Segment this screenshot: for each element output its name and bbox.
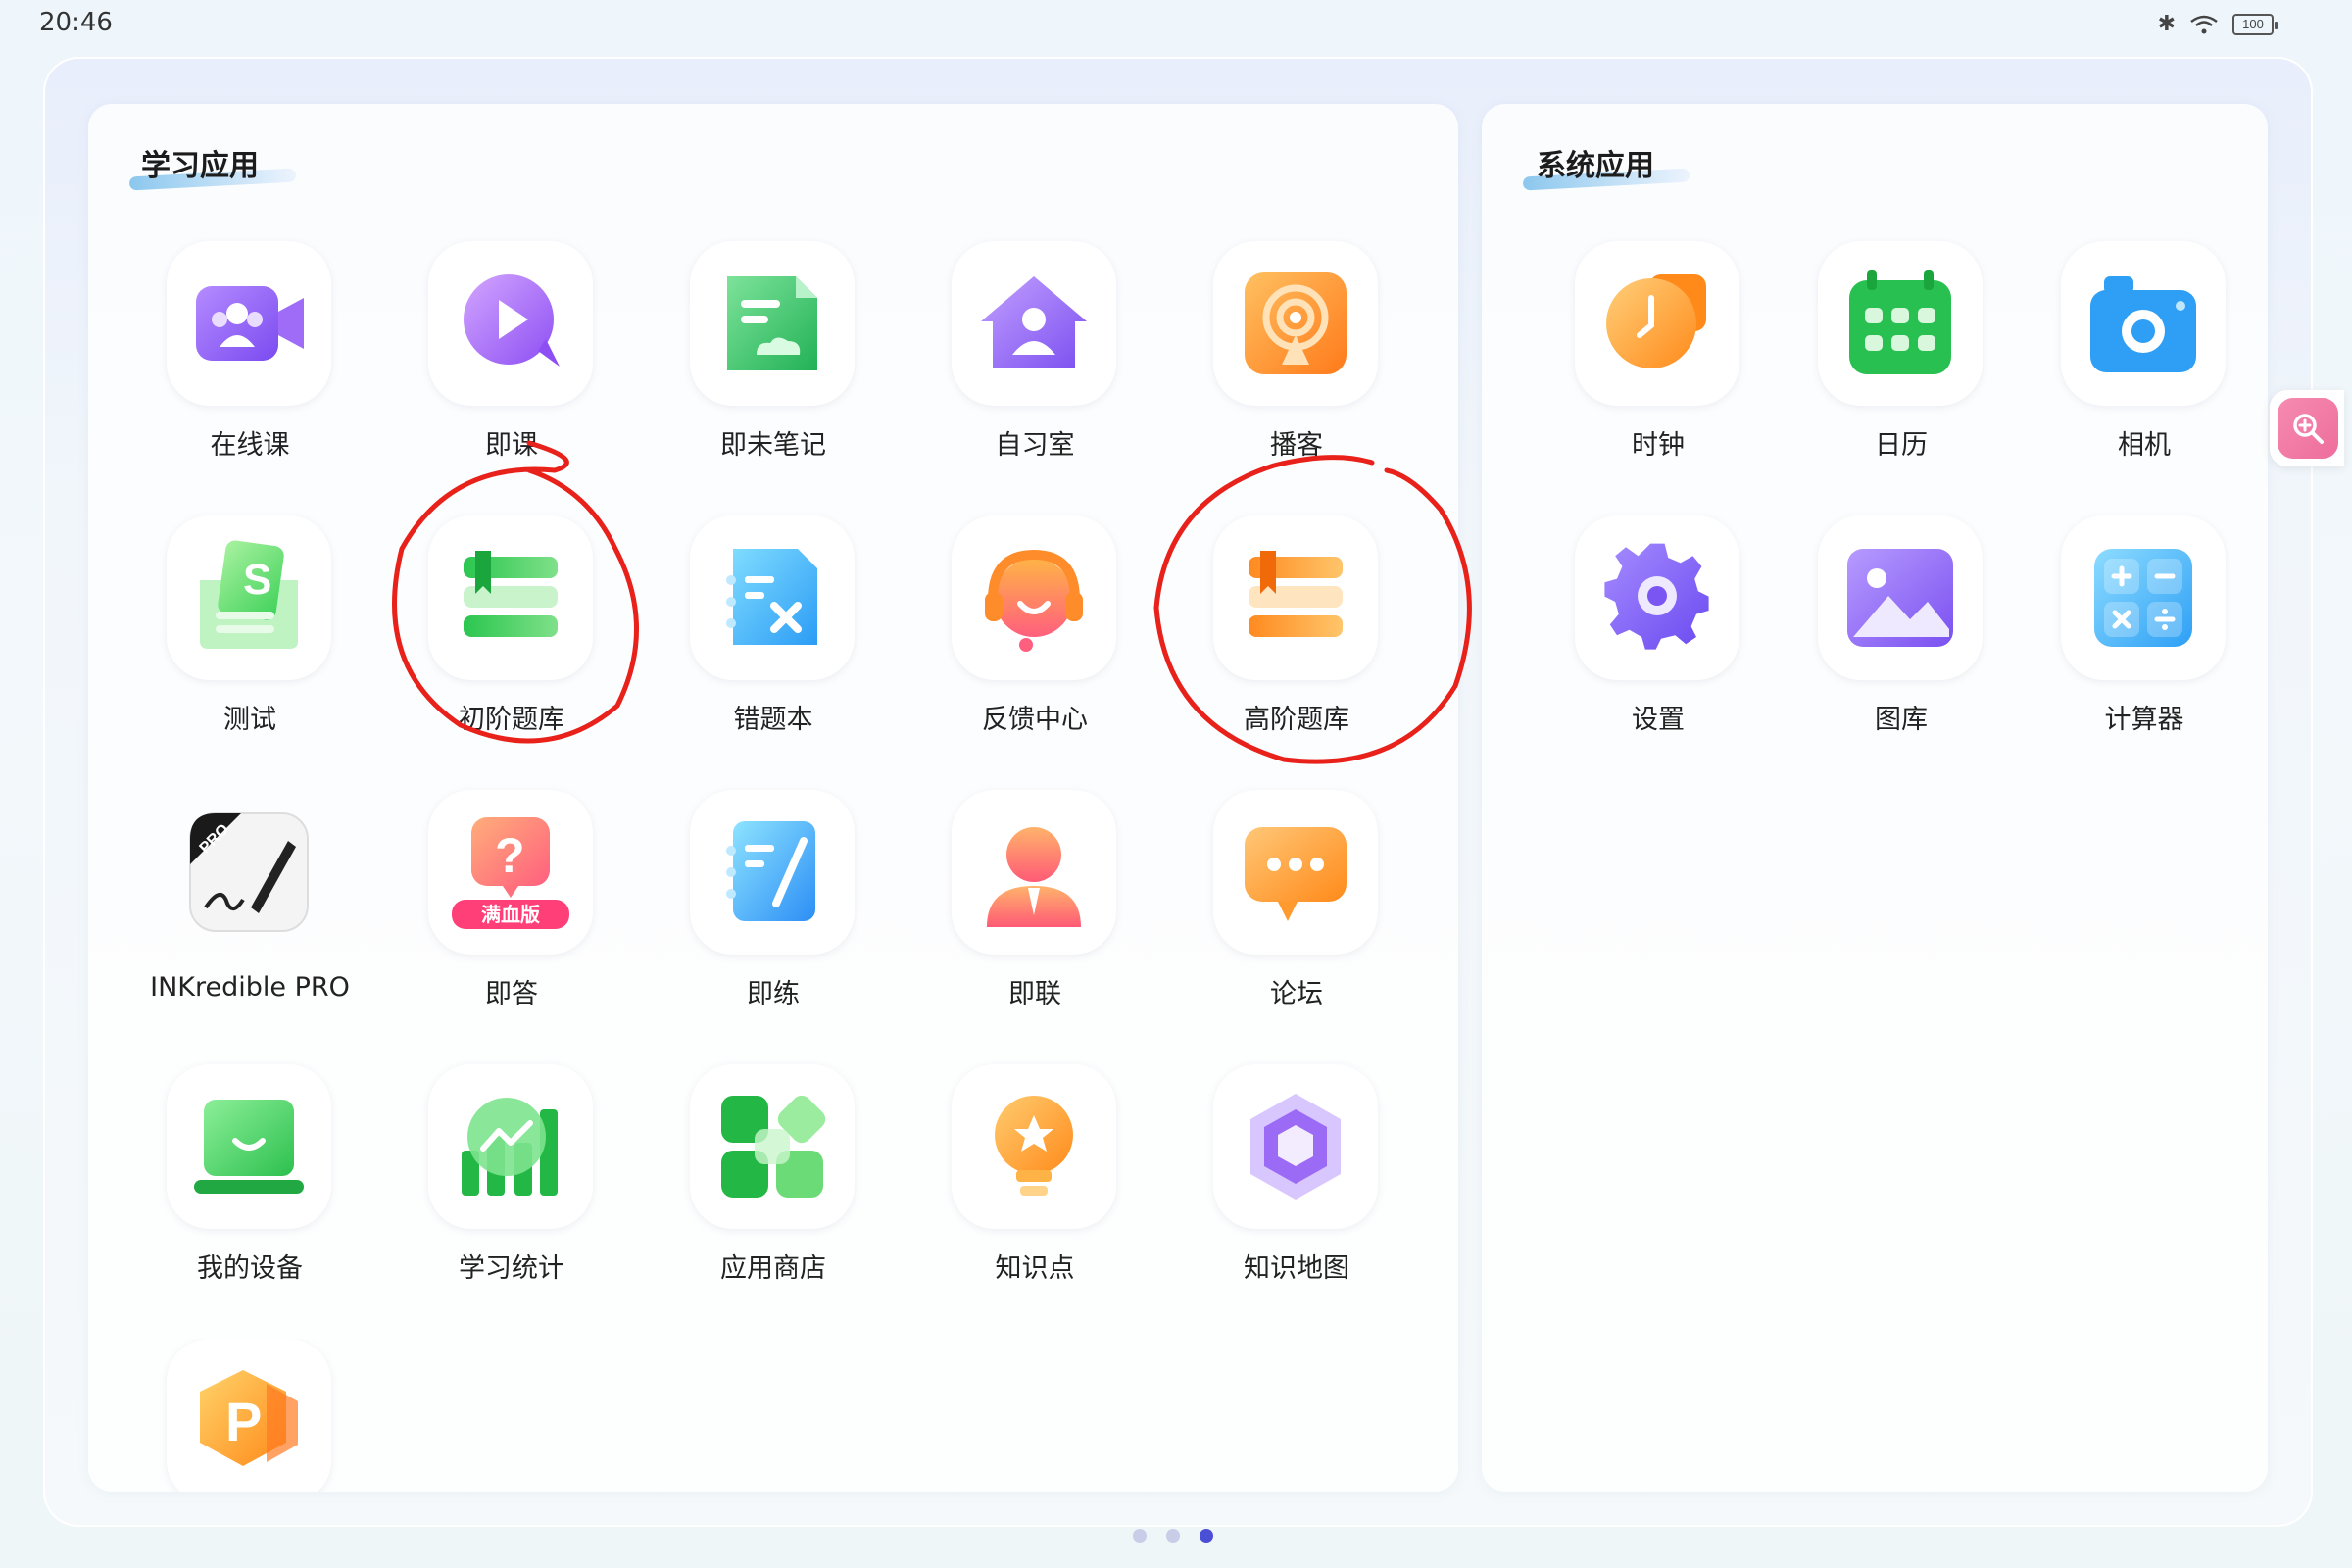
app-label: 应用商店 [720, 1253, 826, 1284]
hexagon-cube-icon [1213, 1064, 1378, 1229]
calculator-icon [2061, 515, 2226, 680]
app-label: 反馈中心 [982, 705, 1088, 735]
p-hexagon-icon: P [167, 1339, 331, 1492]
pen-icon: PRO [167, 790, 331, 955]
app-label: 即答 [485, 979, 538, 1009]
headset-icon [952, 515, 1116, 680]
gallery-icon [1818, 515, 1983, 680]
calendar-icon [1818, 241, 1983, 406]
app-label: 自习室 [995, 430, 1075, 461]
app-label: 相机 [2118, 430, 2171, 461]
podcast-icon [1213, 241, 1378, 406]
app-test[interactable]: S 测试 [113, 515, 338, 751]
app-clock[interactable]: 时钟 [1521, 241, 1746, 476]
status-time: 20:46 [39, 8, 113, 37]
app-label: 计算器 [2104, 705, 2184, 735]
app-label: 高阶题库 [1244, 705, 1349, 735]
app-settings[interactable]: 设置 [1521, 515, 1746, 751]
side-zoom-button[interactable] [2270, 390, 2344, 466]
page-dot-2[interactable] [1166, 1529, 1180, 1543]
app-basic-question-bank[interactable]: 初阶题库 [374, 515, 600, 751]
page-indicator [1133, 1529, 1213, 1543]
app-jida[interactable]: ? 满血版 即答 [374, 790, 600, 1025]
svg-text:S: S [243, 556, 271, 604]
study-section-title: 学习应用 [141, 149, 259, 183]
question-bubble-icon: ? 满血版 [428, 790, 593, 955]
svg-text:P: P [225, 1391, 262, 1452]
chat-bubble-icon [1213, 790, 1378, 955]
app-knowledge-map[interactable]: 知识地图 [1159, 1064, 1385, 1299]
app-label: 初阶题库 [459, 705, 564, 735]
play-bubble-icon [428, 241, 593, 406]
app-app-store[interactable]: 应用商店 [636, 1064, 861, 1299]
app-label: INKredible PRO [150, 972, 350, 1003]
practice-notebook-icon [690, 790, 855, 955]
app-label: 图库 [1875, 705, 1928, 735]
app-calculator[interactable]: 计算器 [2007, 515, 2232, 751]
app-podcast[interactable]: 播客 [1159, 241, 1385, 476]
app-store-icon [690, 1064, 855, 1229]
app-label: 知识点 [995, 1253, 1075, 1284]
green-books-icon [428, 515, 593, 680]
app-label: 即课 [485, 430, 538, 461]
status-bar: 20:46 ✱ 100 [0, 0, 2352, 49]
test-icon: S [167, 515, 331, 680]
battery-icon: 100 [2232, 13, 2278, 35]
app-label: 我的设备 [197, 1253, 303, 1284]
app-jike[interactable]: 即课 [374, 241, 600, 476]
app-label: 错题本 [733, 705, 813, 735]
app-label: 学习统计 [459, 1253, 564, 1284]
person-icon [952, 790, 1116, 955]
system-section-title: 系统应用 [1537, 149, 1654, 183]
note-icon [690, 241, 855, 406]
video-group-icon [167, 241, 331, 406]
app-label: 播客 [1270, 430, 1323, 461]
app-label: 即未笔记 [720, 430, 826, 461]
app-jilian-connect[interactable]: 即联 [898, 790, 1123, 1025]
zoom-in-icon [2278, 398, 2338, 459]
app-jilian-practice[interactable]: 即练 [636, 790, 861, 1025]
svg-text:?: ? [495, 828, 525, 883]
app-label: 日历 [1875, 430, 1928, 461]
page-dot-1[interactable] [1133, 1529, 1147, 1543]
camera-icon [2061, 241, 2226, 406]
page-dot-3-active[interactable] [1200, 1529, 1213, 1543]
app-label: 时钟 [1632, 430, 1685, 461]
lightbulb-star-icon [952, 1064, 1116, 1229]
wrong-notebook-icon [690, 515, 855, 680]
app-inkredible-pro[interactable]: PRO INKredible PRO [113, 790, 350, 1025]
app-jiwei-notes[interactable]: 即未笔记 [636, 241, 861, 476]
device-icon [167, 1064, 331, 1229]
app-study-room[interactable]: 自习室 [898, 241, 1123, 476]
app-gallery[interactable]: 图库 [1764, 515, 1989, 751]
app-label: 设置 [1632, 705, 1685, 735]
wifi-icon [2189, 14, 2219, 35]
app-label: 测试 [223, 705, 276, 735]
battery-level: 100 [2242, 17, 2264, 31]
gear-icon [1575, 515, 1740, 680]
app-camera[interactable]: 相机 [2007, 241, 2232, 476]
app-label: 即联 [1008, 979, 1061, 1009]
app-calendar[interactable]: 日历 [1764, 241, 1989, 476]
app-my-devices[interactable]: 我的设备 [113, 1064, 338, 1299]
app-feedback-center[interactable]: 反馈中心 [898, 515, 1123, 751]
status-icons: ✱ 100 [2157, 12, 2278, 36]
app-label: 即练 [747, 979, 800, 1009]
app-wrong-notebook[interactable]: 错题本 [636, 515, 861, 751]
app-label: 论坛 [1270, 979, 1323, 1009]
bluetooth-icon: ✱ [2157, 12, 2176, 36]
app-p[interactable]: P [113, 1339, 338, 1492]
app-label: 在线课 [210, 430, 290, 461]
stats-icon [428, 1064, 593, 1229]
app-forum[interactable]: 论坛 [1159, 790, 1385, 1025]
orange-books-icon [1213, 515, 1378, 680]
app-label: 知识地图 [1244, 1253, 1349, 1284]
app-knowledge-points[interactable]: 知识点 [898, 1064, 1123, 1299]
app-online-class[interactable]: 在线课 [113, 241, 338, 476]
app-advanced-question-bank[interactable]: 高阶题库 [1159, 515, 1385, 751]
full-version-badge: 满血版 [481, 903, 540, 926]
study-room-icon [952, 241, 1116, 406]
app-study-stats[interactable]: 学习统计 [374, 1064, 600, 1299]
clock-icon [1575, 241, 1740, 406]
